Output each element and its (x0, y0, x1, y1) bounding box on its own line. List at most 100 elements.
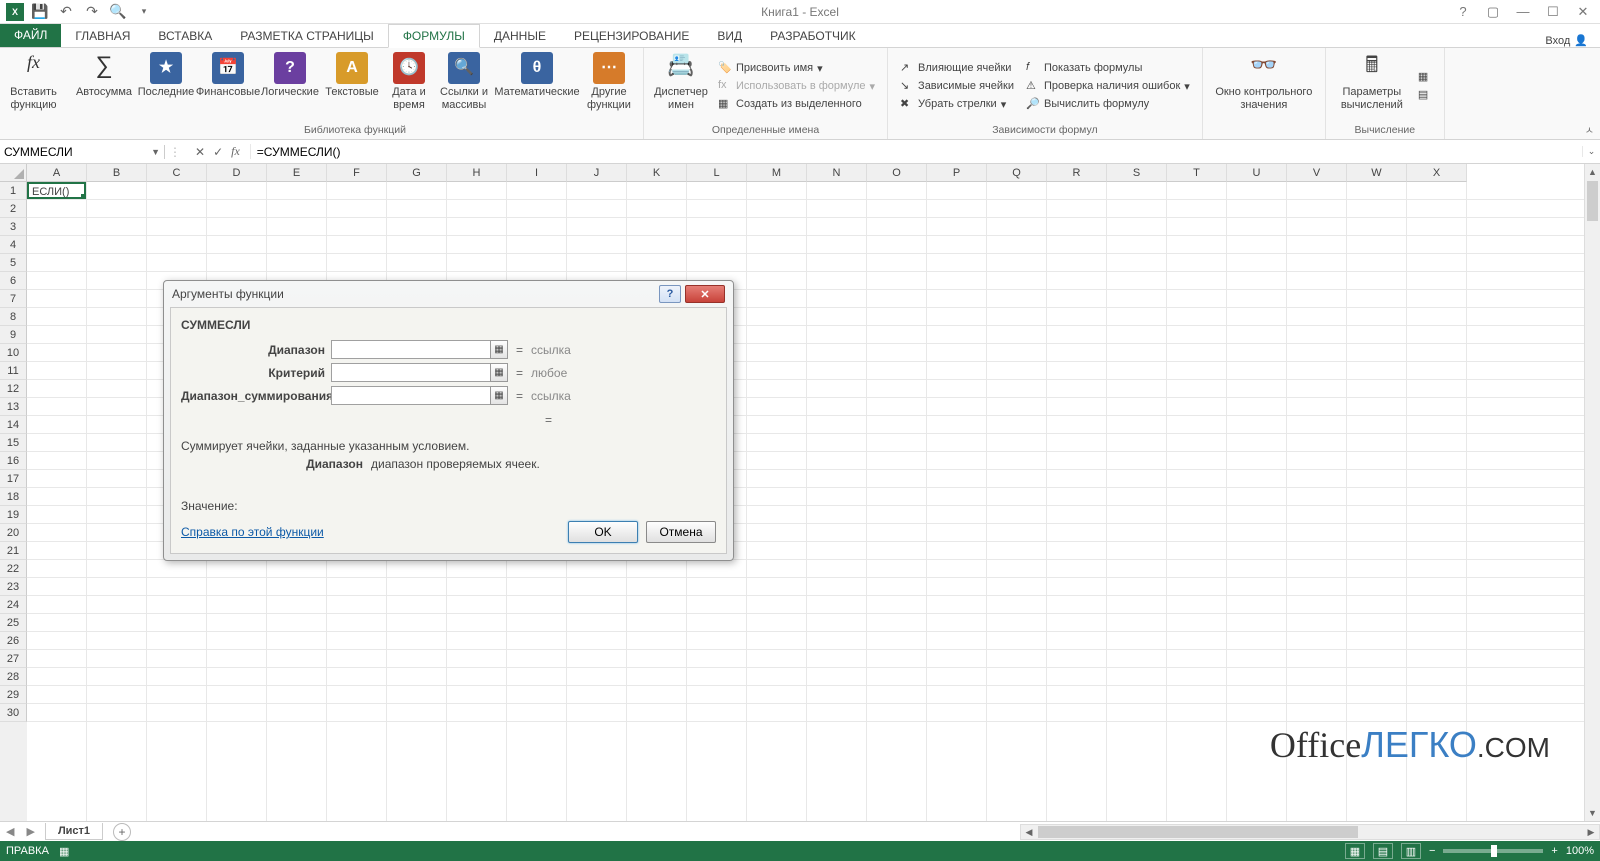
dialog-close-button[interactable]: ✕ (685, 285, 725, 303)
lookup-button[interactable]: 🔍Ссылки и массивы (435, 50, 493, 122)
column-header[interactable]: G (387, 164, 447, 182)
row-header[interactable]: 22 (0, 560, 27, 578)
define-name-button[interactable]: 🏷️Присвоить имя ▾ (716, 60, 877, 76)
hscroll-thumb[interactable] (1038, 826, 1358, 838)
arg-input-criteria[interactable] (331, 363, 491, 382)
calc-sheet-button[interactable]: ▤ (1416, 87, 1434, 103)
column-header[interactable]: W (1347, 164, 1407, 182)
row-header[interactable]: 7 (0, 290, 27, 308)
math-button[interactable]: θМатематические (493, 50, 581, 122)
column-header[interactable]: B (87, 164, 147, 182)
row-header[interactable]: 18 (0, 488, 27, 506)
row-header[interactable]: 23 (0, 578, 27, 596)
row-header[interactable]: 8 (0, 308, 27, 326)
create-from-selection-button[interactable]: ▦Создать из выделенного (716, 96, 877, 112)
row-header[interactable]: 13 (0, 398, 27, 416)
more-button[interactable]: ⋯Другие функции (581, 50, 637, 122)
trace-dependents-button[interactable]: ↘Зависимые ячейки (898, 78, 1016, 94)
row-header[interactable]: 29 (0, 686, 27, 704)
datetime-button[interactable]: 🕓Дата и время (383, 50, 435, 122)
scroll-left-icon[interactable]: ◀ (1021, 825, 1037, 839)
dialog-help-button[interactable]: ? (659, 285, 681, 303)
column-header[interactable]: V (1287, 164, 1347, 182)
tab-home[interactable]: ГЛАВНАЯ (61, 25, 144, 47)
qat-dropdown-icon[interactable]: ▾ (136, 4, 152, 20)
tab-pagelayout[interactable]: РАЗМЕТКА СТРАНИЦЫ (226, 25, 388, 47)
row-header[interactable]: 28 (0, 668, 27, 686)
fx-bar-icon[interactable]: fx (231, 144, 240, 159)
page-layout-view-icon[interactable]: ▤ (1373, 843, 1393, 859)
logical-button[interactable]: ?Логические (259, 50, 321, 122)
row-header[interactable]: 1 (0, 182, 27, 200)
column-header[interactable]: D (207, 164, 267, 182)
page-break-view-icon[interactable]: ▥ (1401, 843, 1421, 859)
row-header[interactable]: 19 (0, 506, 27, 524)
formula-input[interactable] (251, 145, 1582, 159)
show-formulas-button[interactable]: 𝑓Показать формулы (1024, 60, 1192, 76)
row-header[interactable]: 17 (0, 470, 27, 488)
macro-icon[interactable]: ▦ (59, 845, 69, 858)
range-picker-icon[interactable]: ▦ (490, 340, 508, 359)
tab-data[interactable]: ДАННЫЕ (480, 25, 560, 47)
column-header[interactable]: A (27, 164, 87, 182)
column-header[interactable]: K (627, 164, 687, 182)
close-icon[interactable]: ✕ (1572, 3, 1594, 21)
insert-function-button[interactable]: fx Вставить функцию (6, 50, 61, 122)
trace-precedents-button[interactable]: ↗Влияющие ячейки (898, 60, 1016, 76)
row-header[interactable]: 3 (0, 218, 27, 236)
row-header[interactable]: 30 (0, 704, 27, 722)
column-header[interactable]: J (567, 164, 627, 182)
row-header[interactable]: 27 (0, 650, 27, 668)
row-header[interactable]: 12 (0, 380, 27, 398)
minimize-icon[interactable]: — (1512, 3, 1534, 21)
row-header[interactable]: 5 (0, 254, 27, 272)
column-header[interactable]: N (807, 164, 867, 182)
row-header[interactable]: 9 (0, 326, 27, 344)
row-header[interactable]: 6 (0, 272, 27, 290)
zoom-slider[interactable] (1443, 849, 1543, 853)
row-header[interactable]: 10 (0, 344, 27, 362)
row-header[interactable]: 4 (0, 236, 27, 254)
active-cell[interactable]: ЕСЛИ() (27, 182, 86, 199)
remove-arrows-button[interactable]: ✖Убрать стрелки ▾ (898, 96, 1016, 112)
range-picker-icon[interactable]: ▦ (490, 363, 508, 382)
ribbon-options-icon[interactable]: ▢ (1482, 3, 1504, 21)
calc-now-button[interactable]: ▦ (1416, 69, 1434, 85)
preview-icon[interactable]: 🔍 (110, 4, 126, 20)
sheet-tab[interactable]: Лист1 (45, 823, 103, 840)
name-manager-button[interactable]: 📇Диспетчер имен (650, 50, 712, 122)
save-icon[interactable]: 💾 (32, 4, 48, 20)
row-header[interactable]: 25 (0, 614, 27, 632)
name-box-dropdown-icon[interactable]: ▼ (151, 147, 160, 157)
undo-icon[interactable]: ↶ (58, 4, 74, 20)
column-header[interactable]: Q (987, 164, 1047, 182)
tab-insert[interactable]: ВСТАВКА (144, 25, 226, 47)
column-header[interactable]: M (747, 164, 807, 182)
cancel-button[interactable]: Отмена (646, 521, 716, 543)
horizontal-scrollbar[interactable]: ◀ ▶ (1020, 824, 1600, 840)
tab-file[interactable]: ФАЙЛ (0, 23, 61, 47)
column-header[interactable]: S (1107, 164, 1167, 182)
zoom-out-icon[interactable]: − (1429, 845, 1435, 857)
row-header[interactable]: 2 (0, 200, 27, 218)
row-header[interactable]: 24 (0, 596, 27, 614)
row-header[interactable]: 21 (0, 542, 27, 560)
column-header[interactable]: L (687, 164, 747, 182)
ok-button[interactable]: OK (568, 521, 638, 543)
column-header[interactable]: C (147, 164, 207, 182)
vscroll-thumb[interactable] (1587, 181, 1598, 221)
column-header[interactable]: X (1407, 164, 1467, 182)
evaluate-button[interactable]: 🔎Вычислить формулу (1024, 96, 1192, 112)
error-check-button[interactable]: ⚠Проверка наличия ошибок ▾ (1024, 78, 1192, 94)
calc-options-button[interactable]: 🖩Параметры вычислений (1332, 50, 1412, 122)
scroll-up-icon[interactable]: ▲ (1585, 164, 1600, 180)
autosum-button[interactable]: ∑Автосумма (73, 50, 135, 122)
add-sheet-button[interactable]: + (113, 823, 131, 841)
sheet-nav-prev-icon[interactable]: ◀ (0, 825, 20, 838)
name-box-input[interactable] (4, 145, 151, 159)
arg-input-range[interactable] (331, 340, 491, 359)
watch-window-button[interactable]: 👓Окно контрольного значения (1209, 50, 1319, 122)
scroll-down-icon[interactable]: ▼ (1585, 805, 1600, 821)
name-box[interactable]: ▼ (0, 145, 165, 159)
zoom-handle[interactable] (1491, 845, 1497, 857)
